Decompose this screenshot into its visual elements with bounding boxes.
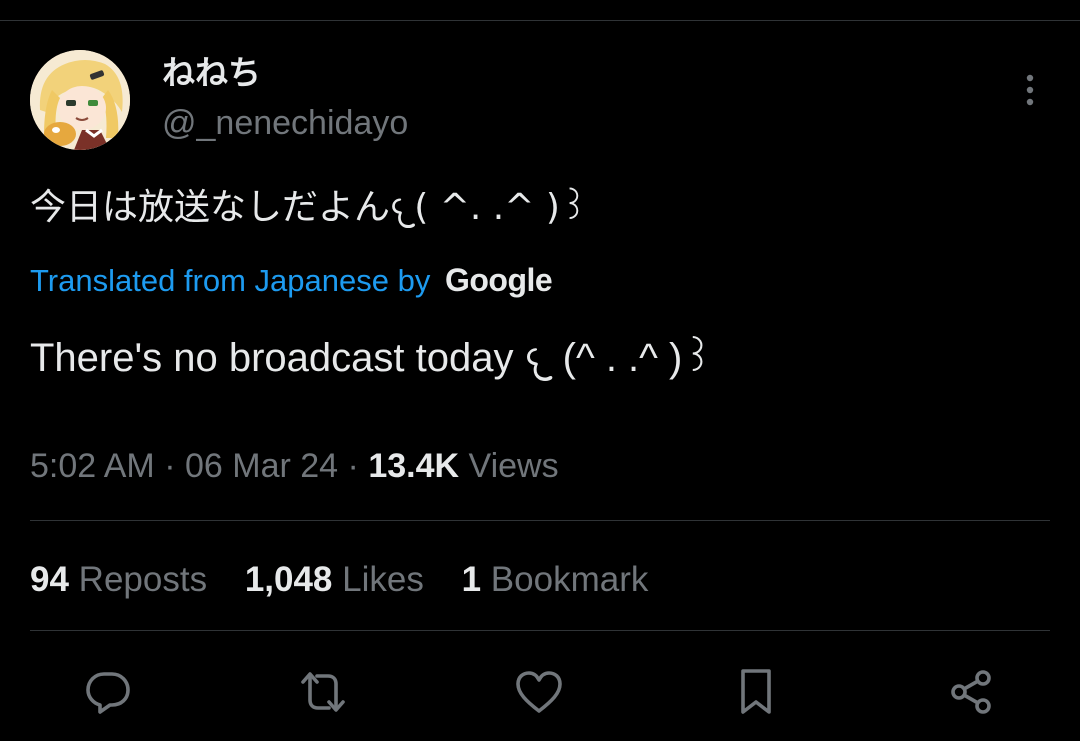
views-label: Views <box>468 447 559 485</box>
reposts-count: 94 <box>30 560 69 599</box>
divider <box>30 630 1050 631</box>
likes-count: 1,048 <box>244 560 333 599</box>
meta-separator: · <box>164 447 176 485</box>
repost-icon <box>301 672 345 712</box>
translated-from-link[interactable]: Translated from Japanese by <box>30 263 430 298</box>
google-logo: Google <box>444 262 553 298</box>
top-divider <box>0 20 1080 21</box>
likes-stat[interactable]: 1,048 Likes <box>245 556 424 604</box>
like-button[interactable] <box>513 666 565 718</box>
tweet-date[interactable]: 06 Mar 24 <box>185 447 338 485</box>
avatar-illustration <box>30 50 130 150</box>
bookmark-button[interactable] <box>730 666 782 718</box>
reposts-stat[interactable]: 94 Reposts <box>30 556 207 604</box>
display-name[interactable]: ねねち <box>162 52 261 94</box>
reposts-label: Reposts <box>78 560 208 599</box>
repost-button[interactable] <box>297 666 349 718</box>
tweet-time[interactable]: 5:02 AM <box>30 447 155 485</box>
bookmarks-label: Bookmark <box>490 560 649 599</box>
views-count: 13.4K <box>368 447 460 485</box>
share-icon <box>951 670 991 714</box>
share-button[interactable] <box>945 666 997 718</box>
user-handle[interactable]: @_nenechidayo <box>162 102 408 144</box>
likes-label: Likes <box>342 560 424 599</box>
translation-text: There's no broadcast today 𐔌 (^ . .^ )꒱ <box>30 336 714 380</box>
bookmark-icon <box>741 669 771 714</box>
tweet-meta: 5:02 AM · 06 Mar 24 · 13.4K Views <box>30 442 559 490</box>
reply-icon <box>86 672 130 714</box>
tweet-text: 今日は放送なしだよん‪𐔌( ^. .^ )꒱ <box>30 187 588 228</box>
divider <box>30 520 1050 521</box>
heart-icon <box>516 671 562 713</box>
more-vertical-icon[interactable] <box>1015 70 1045 110</box>
avatar[interactable] <box>30 50 130 150</box>
engagement-stats: 94 Reposts 1,048 Likes 1 Bookmark <box>30 556 648 604</box>
meta-separator: · <box>347 447 359 485</box>
bookmarks-count: 1 <box>461 560 482 599</box>
bookmarks-stat[interactable]: 1 Bookmark <box>462 556 649 604</box>
reply-button[interactable] <box>82 666 134 718</box>
translation-attribution: Translated from Japanese by Google <box>30 257 553 304</box>
